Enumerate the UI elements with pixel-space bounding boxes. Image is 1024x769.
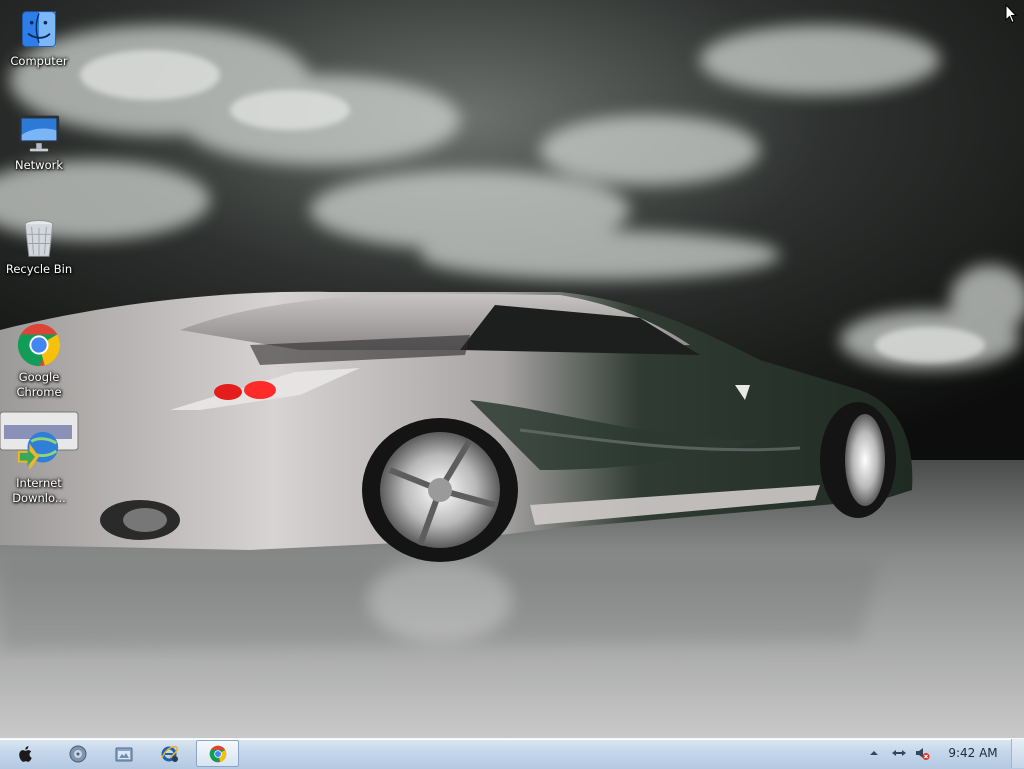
computer-label: Computer [10,54,68,68]
internet-download-manager-shortcut[interactable]: Internet Downlo... [2,428,76,506]
clock[interactable]: 9:42 AM [940,745,1006,761]
network-icon-shortcut[interactable]: Network [2,112,76,173]
mouse-pointer-icon [1005,4,1017,24]
google-chrome-label: Google Chrome [16,370,62,399]
internet-explorer-icon [161,745,178,762]
network-icon[interactable] [890,745,908,761]
recycle-bin-icon [24,220,54,257]
download-manager-icon [17,431,59,471]
taskbar-internet-explorer-button[interactable] [150,740,190,767]
volume-muted-icon[interactable] [914,745,930,761]
finder-icon [22,11,56,47]
internet-download-manager-label: Internet Downlo... [12,476,66,505]
computer-icon-shortcut[interactable]: Computer [2,8,76,69]
recycle-bin-shortcut[interactable]: Recycle Bin [2,216,76,277]
show-desktop-button[interactable] [1011,739,1024,768]
desktop: Computer Network Recycle Bin Google Chro… [0,0,1024,738]
file-explorer-icon [115,747,133,761]
car-wallpaper [0,0,1024,738]
network-label: Network [14,158,64,172]
taskbar-file-explorer-button[interactable] [104,740,144,767]
taskbar-chrome-button[interactable] [196,740,239,767]
taskbar-media-player-button[interactable] [58,740,98,767]
media-player-icon [69,745,87,762]
chrome-icon [17,323,61,367]
monitor-icon [18,115,60,152]
apple-icon [19,745,32,762]
recycle-bin-label: Recycle Bin [5,262,73,276]
show-hidden-icons-icon[interactable] [866,745,882,761]
chrome-icon [209,745,226,762]
start-button[interactable] [6,740,46,767]
google-chrome-shortcut[interactable]: Google Chrome [2,322,76,400]
